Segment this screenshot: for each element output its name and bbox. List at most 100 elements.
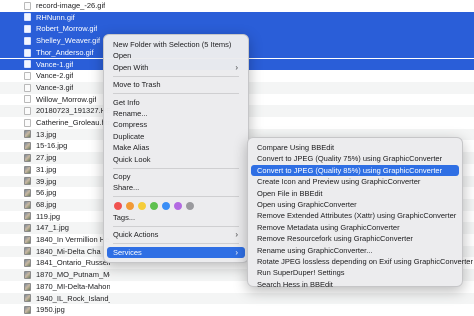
service-item-compare-using-bbedit[interactable]: Compare Using BBEdit: [251, 142, 459, 153]
menu-item-duplicate[interactable]: Duplicate: [107, 131, 245, 142]
file-row[interactable]: record-image_-26.gif: [0, 0, 474, 12]
tag-color-dot[interactable]: [174, 201, 182, 210]
file-name: 1950.jpg: [36, 305, 65, 315]
service-item-rename-using-graphicconverter[interactable]: Rename using GraphicConverter...: [251, 245, 459, 256]
menu-separator: [113, 75, 239, 77]
document-file-icon: [24, 95, 31, 104]
file-row[interactable]: 1940_IL_Rock_Island_6A.jpg: [0, 292, 474, 305]
file-name: Thor_Anderso.gif: [36, 47, 94, 57]
image-file-icon: [24, 224, 31, 233]
service-item-remove-resourcefork-using-graphicconverter[interactable]: Remove Resourcefork using GraphicConvert…: [251, 233, 459, 244]
menu-separator: [113, 225, 239, 227]
image-file-icon: [24, 270, 31, 279]
menu-item-label: Convert to JPEG (Quality 75%) using Grap…: [257, 154, 443, 164]
document-file-icon: [24, 13, 31, 22]
menu-item-quick-look[interactable]: Quick Look: [107, 154, 245, 165]
file-name: 119.jpg: [36, 211, 61, 221]
menu-item-label: Quick Look: [113, 154, 151, 164]
file-row[interactable]: 1950.jpg: [0, 304, 474, 316]
menu-item-label: Tags...: [113, 212, 136, 222]
menu-item-new-folder-with-selection-5-items[interactable]: New Folder with Selection (5 Items): [107, 39, 245, 50]
image-file-icon: [24, 259, 31, 268]
tag-color-dot[interactable]: [114, 201, 122, 210]
service-item-convert-to-jpeg-quality-75-using-graphicconverter[interactable]: Convert to JPEG (Quality 75%) using Grap…: [251, 153, 459, 164]
menu-item-label: Make Alias: [113, 143, 150, 153]
menu-item-label: Convert to JPEG (Quality 85%) using Grap…: [257, 165, 443, 175]
menu-item-compress[interactable]: Compress: [107, 119, 245, 130]
file-name: 20180723_191327.HEIC: [36, 106, 110, 116]
menu-item-label: Share...: [113, 183, 140, 193]
menu-item-make-alias[interactable]: Make Alias: [107, 142, 245, 153]
file-name: Vance-3.gif: [36, 82, 74, 92]
image-file-icon: [24, 177, 31, 186]
document-file-icon: [24, 36, 31, 45]
menu-separator: [113, 196, 239, 198]
document-file-icon: [24, 107, 31, 116]
menu-item-get-info[interactable]: Get Info: [107, 97, 245, 108]
image-file-icon: [24, 200, 31, 209]
image-file-icon: [24, 212, 31, 221]
file-name: 147_1.jpg: [36, 223, 69, 233]
service-item-remove-metadata-using-graphicconverter[interactable]: Remove Metadata using GraphicConverter: [251, 222, 459, 233]
menu-item-rename[interactable]: Rename...: [107, 108, 245, 119]
tag-color-dot[interactable]: [138, 201, 146, 210]
image-file-icon: [24, 235, 31, 244]
menu-item-label: Remove Extended Attributes (Xattr) using…: [257, 211, 457, 221]
menu-item-label: Rotate JPEG lossless depending on Exif u…: [257, 257, 473, 266]
file-name: record-image_-26.gif: [36, 1, 106, 10]
tag-color-dot[interactable]: [126, 201, 134, 210]
service-item-convert-to-jpeg-quality-85-using-graphicconverter[interactable]: Convert to JPEG (Quality 85%) using Grap…: [251, 164, 459, 177]
menu-item-label: Compare Using BBEdit: [257, 143, 335, 152]
menu-item-copy[interactable]: Copy: [107, 171, 245, 182]
chevron-right-icon: ›: [235, 62, 238, 72]
menu-item-quick-actions[interactable]: Quick Actions ›: [107, 229, 245, 240]
chevron-right-icon: ›: [235, 230, 238, 240]
file-row[interactable]: RHNunn.gif: [0, 11, 474, 24]
menu-item-label: Copy: [113, 172, 131, 181]
menu-separator: [113, 167, 239, 169]
file-name: 15-16.jpg: [36, 141, 68, 151]
image-file-icon: [24, 294, 31, 303]
tag-color-dot[interactable]: [150, 201, 158, 210]
menu-item-label: Open using GraphicConverter: [257, 200, 357, 209]
menu-separator: [113, 243, 239, 245]
menu-item-label: Move to Trash: [113, 80, 161, 90]
menu-item-label: Run SuperDuper! Settings: [257, 268, 345, 278]
services-submenu: Compare Using BBEdit Convert to JPEG (Qua…: [247, 137, 473, 290]
menu-item-label: Search Hess in BBEdit: [257, 279, 333, 289]
menu-item-services[interactable]: Services ›: [107, 246, 245, 258]
service-item-run-superduper-settings[interactable]: Run SuperDuper! Settings: [251, 267, 459, 278]
file-name: 1870_MO_Putnam_Me: [36, 270, 110, 280]
service-item-search-hess-in-bbedit[interactable]: Search Hess in BBEdit: [251, 279, 459, 290]
document-file-icon: [24, 25, 31, 34]
menu-item-label: New Folder with Selection (5 Items): [113, 40, 232, 49]
menu-item-label: Open: [113, 51, 132, 61]
service-item-open-using-graphicconverter[interactable]: Open using GraphicConverter: [251, 199, 459, 210]
tag-color-dot[interactable]: [162, 201, 170, 210]
file-name: 27.jpg: [36, 153, 57, 163]
service-item-rotate-jpeg-lossless-depending-on-exif-using-graphicconverter[interactable]: Rotate JPEG lossless depending on Exif u…: [251, 256, 473, 267]
menu-item-share[interactable]: Share...: [107, 182, 245, 193]
image-file-icon: [24, 282, 31, 291]
service-item-create-icon-and-preview-using-graphicconverter[interactable]: Create Icon and Preview using GraphicCon…: [251, 176, 459, 187]
file-name: 31.jpg: [36, 164, 57, 174]
menu-item-label: Quick Actions: [113, 230, 159, 240]
file-name: Willow_Morrow.gif: [36, 94, 97, 104]
menu-separator: [113, 93, 239, 95]
menu-item-label: Get Info: [113, 97, 140, 107]
service-item-open-file-in-bbedit[interactable]: Open File in BBEdit: [251, 188, 459, 199]
chevron-right-icon: ›: [235, 247, 238, 257]
menu-item-tags[interactable]: Tags...: [107, 212, 245, 223]
file-name: 1840_In Vermillion Hei: [36, 235, 110, 244]
menu-item-label: Services: [113, 247, 142, 257]
menu-item-open-with[interactable]: Open With ›: [107, 62, 245, 73]
menu-item-label: Rename using GraphicConverter...: [257, 245, 373, 255]
menu-item-label: Open File in BBEdit: [257, 188, 323, 198]
image-file-icon: [24, 142, 31, 151]
file-name: 56.jpg: [36, 188, 57, 198]
service-item-remove-extended-attributes-xattr-using-graphicconverter[interactable]: Remove Extended Attributes (Xattr) using…: [251, 210, 459, 221]
menu-item-move-to-trash[interactable]: Move to Trash: [107, 79, 245, 90]
menu-item-open[interactable]: Open: [107, 50, 245, 61]
tag-color-dot[interactable]: [186, 201, 194, 210]
menu-item-label: Remove Resourcefork using GraphicConvert…: [257, 234, 413, 244]
